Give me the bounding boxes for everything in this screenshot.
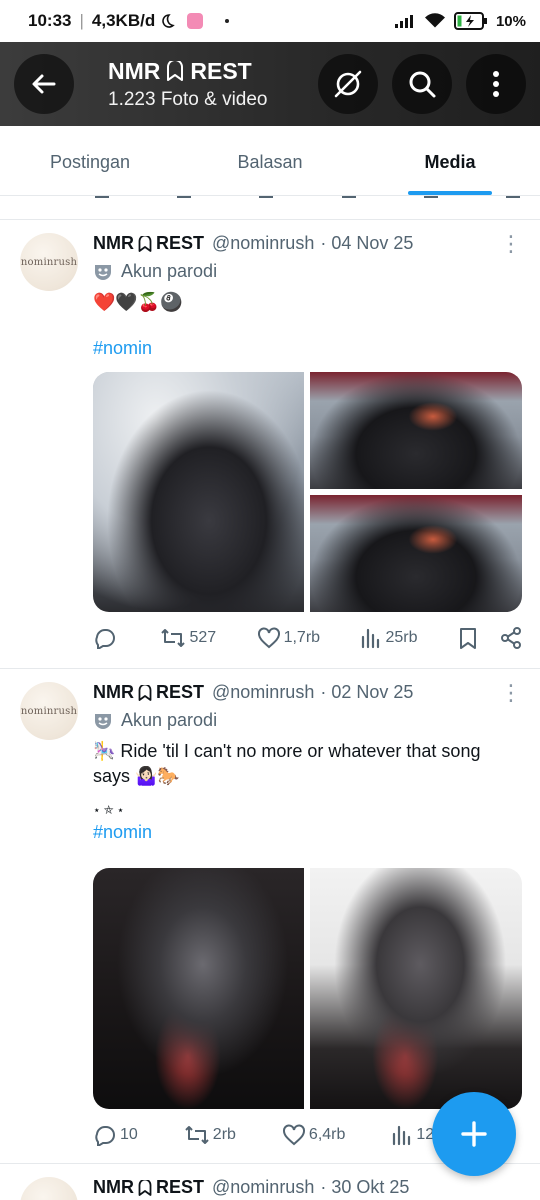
- back-arrow-icon: [32, 74, 56, 94]
- search-button[interactable]: [392, 54, 452, 114]
- parody-label: Akun parodi: [93, 261, 522, 282]
- tweet-date: · 04 Nov 25: [320, 233, 414, 253]
- bookmark-icon[interactable]: [458, 627, 478, 649]
- avatar[interactable]: nominrush: [20, 233, 78, 291]
- header-titles: NMR REST 1.223 Foto & video: [108, 58, 318, 111]
- more-button[interactable]: [466, 54, 526, 114]
- tweet-text: 🎠 Ride 'til I can't no more or whatever …: [93, 741, 481, 786]
- hashtag-link[interactable]: #nomin: [93, 338, 522, 359]
- tweet-actions: 527 1,7rb 25rb: [93, 627, 522, 649]
- profile-tabs: Postingan Balasan Media: [0, 126, 540, 196]
- tweet[interactable]: nominrush NMR REST @nominrush · 04 Nov 2…: [0, 221, 540, 669]
- battery-percent: 10%: [495, 12, 526, 30]
- theater-mask-icon: [95, 713, 111, 729]
- tab-postingan[interactable]: Postingan: [0, 126, 180, 195]
- media-photo[interactable]: [310, 495, 522, 612]
- media-photo[interactable]: [93, 372, 304, 612]
- status-bar: 10:33 | 4,3KB/d 10%: [0, 0, 540, 42]
- search-icon: [409, 71, 436, 98]
- network-speed: 4,3KB/d: [91, 11, 156, 30]
- tweet-text: ❤️🖤🍒🎱: [93, 292, 183, 312]
- tweet[interactable]: nominrush NMR REST @nominrush · 02 Nov 2…: [0, 670, 540, 1164]
- compose-button[interactable]: [432, 1092, 516, 1176]
- author-handle[interactable]: @nominrush: [212, 1177, 314, 1198]
- tab-media[interactable]: Media: [360, 126, 540, 195]
- tweet-more-icon[interactable]: ⋮: [500, 681, 522, 703]
- grok-icon: [334, 70, 362, 98]
- tweet-sparkle-text: ⋆ ⛤ ⋆: [93, 803, 125, 817]
- repost-button[interactable]: 527: [160, 627, 216, 649]
- bookmark-outline-icon: [138, 1179, 152, 1196]
- tab-balasan[interactable]: Balasan: [180, 126, 360, 195]
- like-button[interactable]: 1,7rb: [257, 627, 320, 649]
- tweet-more-icon[interactable]: ⋮: [500, 232, 522, 254]
- avatar[interactable]: nominrush: [20, 1177, 78, 1200]
- plus-icon: [461, 1121, 487, 1147]
- heart-icon: [282, 1124, 305, 1146]
- profile-header: NMR REST 1.223 Foto & video: [0, 42, 540, 126]
- previous-tweet-actions: [0, 196, 540, 220]
- reply-icon: [95, 1125, 115, 1146]
- author-name[interactable]: NMR REST: [93, 1177, 204, 1198]
- tweet-media[interactable]: [93, 372, 522, 612]
- gallery-icon: [187, 13, 204, 29]
- views-icon: [393, 1125, 411, 1146]
- media-photo[interactable]: [310, 868, 522, 1109]
- bookmark-outline-icon: [167, 61, 184, 81]
- wifi-icon: [424, 13, 446, 29]
- avatar[interactable]: nominrush: [20, 682, 78, 740]
- reply-icon: [95, 628, 115, 649]
- author-name[interactable]: NMR REST: [93, 233, 204, 254]
- post-count: 1.223 Foto & video: [108, 88, 268, 110]
- media-photo[interactable]: [93, 868, 304, 1109]
- views-button[interactable]: 25rb: [360, 627, 418, 649]
- tweet-date: · 02 Nov 25: [320, 682, 414, 702]
- heart-icon: [257, 627, 280, 649]
- reply-button[interactable]: [93, 627, 120, 649]
- repost-icon: [161, 629, 186, 647]
- signal-icon: [394, 13, 416, 29]
- share-icon[interactable]: [500, 627, 522, 649]
- media-photo[interactable]: [310, 372, 522, 489]
- moon-icon: [159, 13, 175, 29]
- reply-button[interactable]: 10: [93, 1124, 138, 1146]
- tweet-media[interactable]: [93, 868, 522, 1109]
- grok-button[interactable]: [318, 54, 378, 114]
- parody-label: Akun parodi: [93, 710, 522, 731]
- theater-mask-icon: [95, 264, 111, 280]
- repost-icon: [185, 1126, 209, 1144]
- more-vertical-icon: [493, 71, 499, 97]
- battery-charging-icon: [453, 12, 488, 30]
- views-icon: [362, 628, 380, 649]
- author-handle[interactable]: @nominrush: [212, 682, 314, 703]
- hashtag-link[interactable]: #nomin: [93, 822, 522, 843]
- tweet-date: · 30 Okt 25: [320, 1177, 410, 1197]
- notification-dot: [225, 19, 230, 23]
- clock: 10:33: [28, 11, 72, 30]
- profile-name: NMR REST: [108, 57, 252, 84]
- back-button[interactable]: [14, 54, 74, 114]
- bookmark-outline-icon: [138, 235, 152, 252]
- like-button[interactable]: 6,4rb: [282, 1124, 345, 1146]
- author-name[interactable]: NMR REST: [93, 682, 204, 703]
- repost-button[interactable]: 2rb: [184, 1124, 236, 1146]
- author-handle[interactable]: @nominrush: [212, 233, 314, 254]
- bookmark-outline-icon: [138, 684, 152, 701]
